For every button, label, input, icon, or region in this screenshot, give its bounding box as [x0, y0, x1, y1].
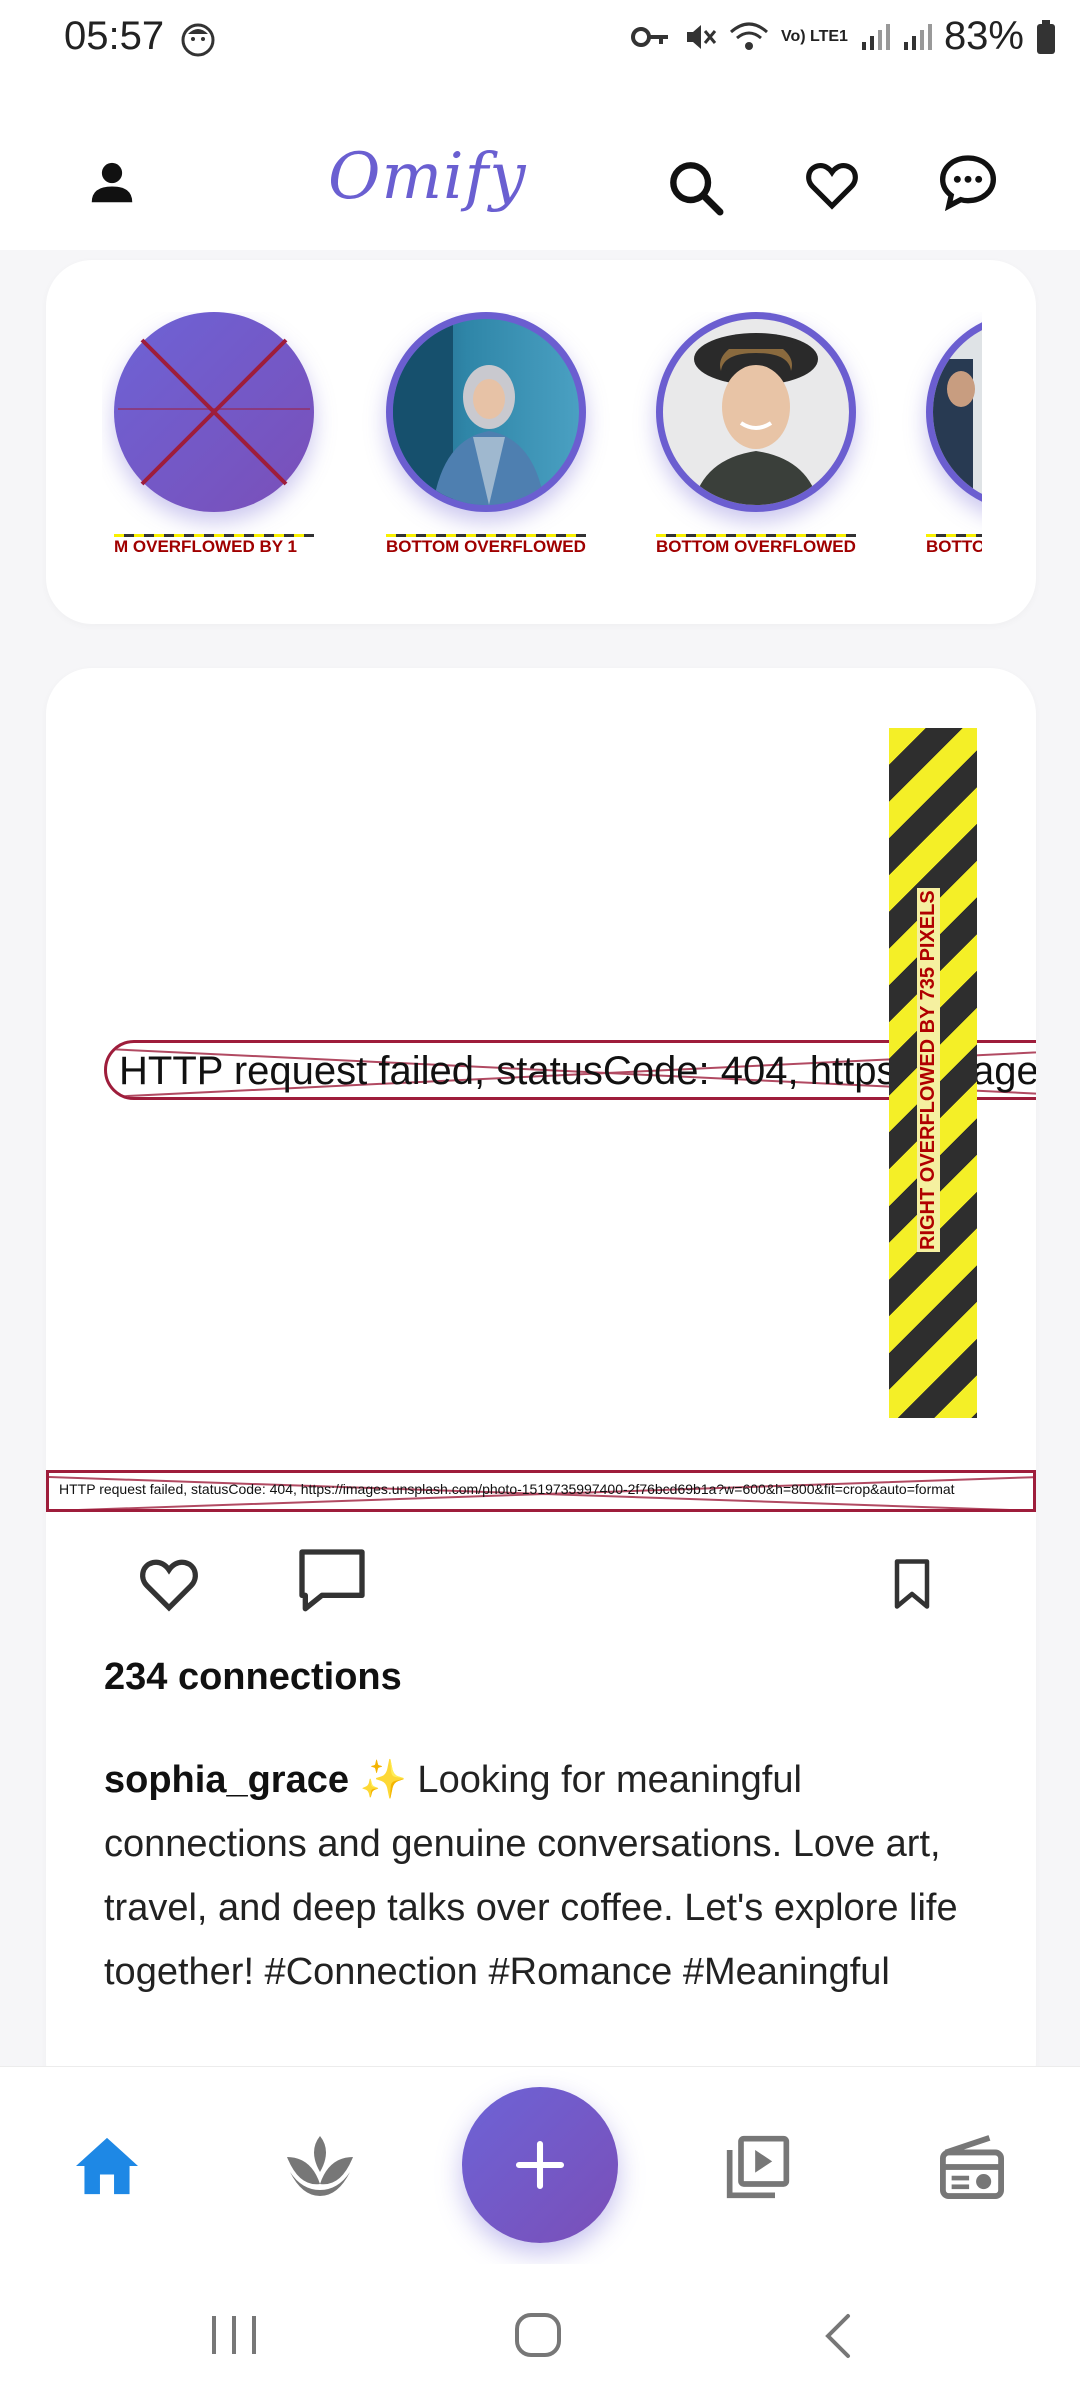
profile-icon [91, 162, 133, 203]
woman-photo-icon [393, 319, 545, 505]
image-error-url-text: HTTP request failed, statusCode: 404, ht… [59, 1481, 955, 1497]
back-button[interactable] [818, 2312, 858, 2365]
battery-icon [1037, 19, 1055, 54]
avatar-photo-woman [393, 319, 579, 505]
heart-icon [806, 163, 858, 210]
stories-list[interactable]: M OVERFLOWED BY 1 BOTTOM OVERFLOWED BY 1 [102, 312, 982, 552]
signal-icon-2 [903, 23, 932, 50]
nav-videos[interactable] [724, 2133, 792, 2206]
right-overflow-label: RIGHT OVERFLOWED BY 735 PIXELS [917, 888, 940, 1252]
overflow-label: BOTTOM OVERFLOWED BY 1 [386, 537, 586, 552]
add-icon [515, 2140, 565, 2190]
notification-face-icon [181, 23, 215, 57]
home-circle-icon [515, 2313, 561, 2357]
status-time: 05:57 [64, 14, 165, 58]
person-photo-icon [933, 359, 975, 505]
back-icon [825, 2314, 850, 2358]
connections-count: 234 connections [104, 1656, 402, 1698]
radio-icon [940, 2135, 1004, 2199]
video-library-icon [726, 2135, 790, 2199]
post-card: HTTP request failed, statusCode: 404, ht… [46, 668, 1036, 2108]
story-item[interactable]: BOTTOM OVERFLOWED BY 1 [656, 312, 856, 552]
post-image-area[interactable]: HTTP request failed, statusCode: 404, ht… [46, 668, 1036, 1518]
story-avatar-broken [114, 312, 314, 512]
man-photo-icon [693, 333, 819, 505]
system-nav-bar [0, 2264, 1080, 2400]
recents-button[interactable] [206, 2314, 262, 2361]
bookmark-button[interactable] [882, 1552, 942, 1621]
caption-username[interactable]: sophia_grace [104, 1759, 349, 1801]
home-icon [76, 2137, 138, 2195]
comment-icon [299, 1549, 365, 1612]
overflow-label: M OVERFLOWED BY 1 [114, 537, 314, 552]
nav-home[interactable] [72, 2135, 142, 2202]
broken-image-cross-icon [118, 338, 310, 486]
profile-button[interactable] [72, 142, 152, 222]
image-error-strip: HTTP request failed, statusCode: 404, ht… [46, 1470, 1036, 1512]
bottom-nav [0, 2066, 1080, 2264]
battery-percent: 83% [943, 14, 1024, 58]
avatar-photo-man [663, 319, 849, 505]
stories-card: M OVERFLOWED BY 1 BOTTOM OVERFLOWED BY 1 [46, 260, 1036, 624]
app-bar: Omify [0, 80, 1080, 250]
messages-button[interactable] [928, 142, 1008, 222]
spa-icon [287, 2136, 353, 2196]
mute-icon [686, 24, 717, 49]
wifi-icon [729, 22, 768, 50]
network-type: Vo) LTE1 [780, 27, 848, 45]
signal-icon-1 [861, 23, 890, 50]
search-button[interactable] [656, 148, 736, 228]
story-item[interactable]: M OVERFLOWED BY 1 [114, 312, 314, 552]
story-avatar [926, 312, 982, 512]
story-avatar [386, 312, 586, 512]
favorites-button[interactable] [792, 144, 872, 224]
add-button[interactable] [462, 2087, 618, 2243]
story-item[interactable]: BOTTOM OVERFLOWED BY 1 [386, 312, 586, 552]
overflow-label: BOTTOM OVERFLOWED BY 1 [656, 537, 856, 552]
status-icons: Vo) LTE1 83% [630, 14, 1056, 59]
search-icon [670, 162, 724, 216]
home-nav-button[interactable] [514, 2312, 562, 2363]
avatar-photo-person [933, 319, 982, 505]
comment-button[interactable] [290, 1542, 374, 1627]
heart-outline-icon [140, 1559, 198, 1612]
nav-discover[interactable] [284, 2133, 356, 2204]
app-logo: Omify [328, 140, 527, 214]
chat-icon [939, 155, 997, 212]
nav-radio[interactable] [936, 2135, 1008, 2204]
bookmark-icon [894, 1559, 930, 1609]
story-item[interactable]: BOTTOM OVER [926, 312, 982, 552]
recents-icon [212, 2316, 256, 2354]
post-caption: sophia_grace ✨ Looking for meaningful co… [104, 1748, 1004, 2004]
overflow-label: BOTTOM OVER [926, 537, 982, 552]
story-avatar [656, 312, 856, 512]
vpn-key-icon [630, 26, 668, 47]
like-button[interactable] [134, 1548, 204, 1623]
status-bar: 05:57 Vo) LTE1 83% [0, 0, 1080, 80]
